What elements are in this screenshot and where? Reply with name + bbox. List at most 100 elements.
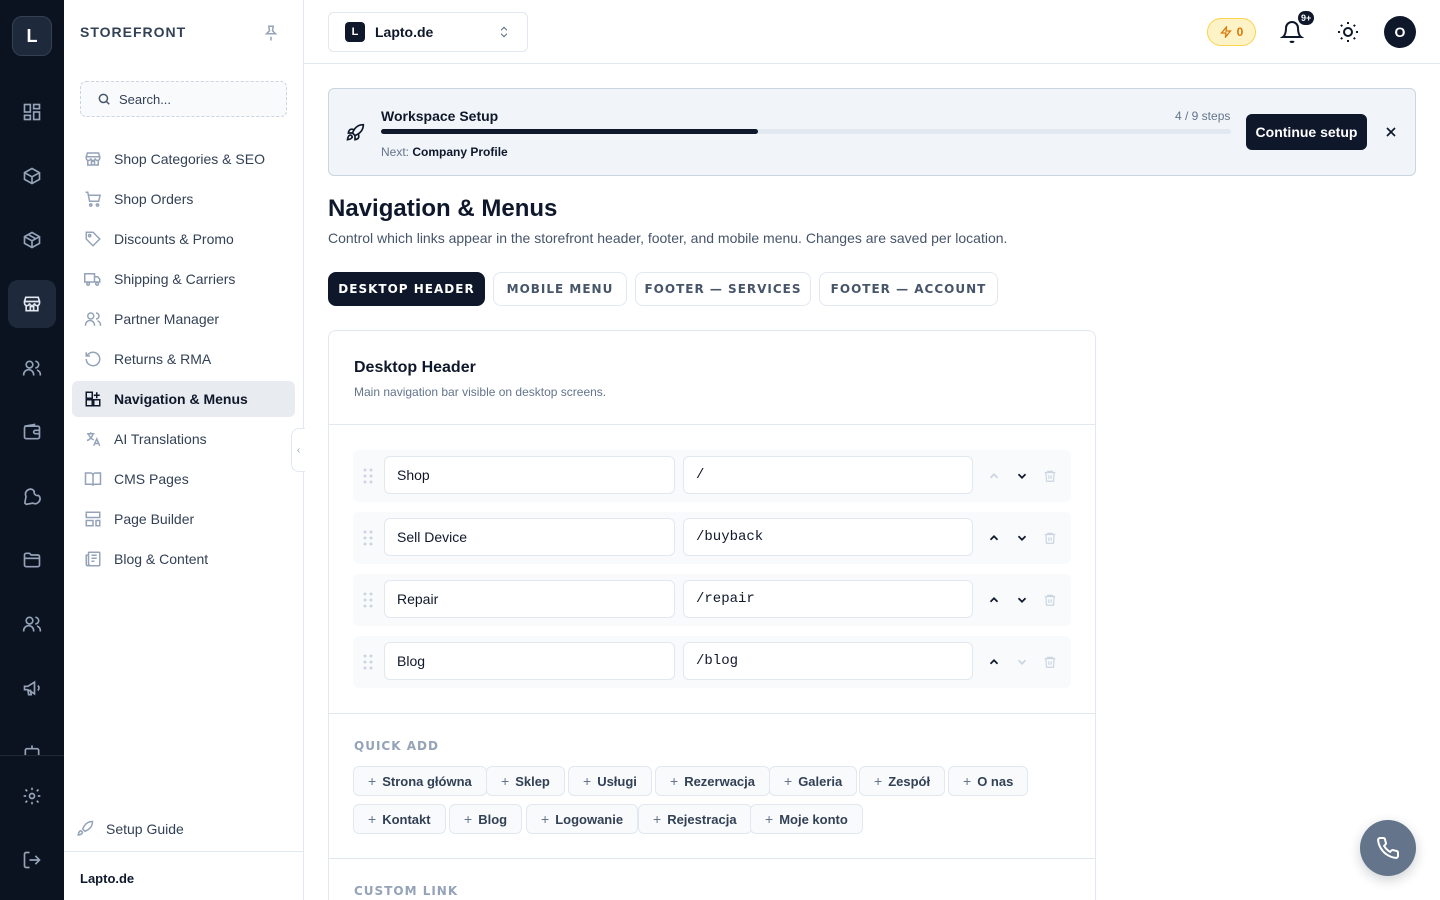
sidebar-item-navigation-menus[interactable]: Navigation & Menus (72, 381, 295, 417)
divider (329, 713, 1095, 714)
grip-vertical-icon[interactable] (361, 467, 375, 485)
store-icon[interactable] (8, 280, 56, 328)
credits-badge[interactable]: 0 (1207, 18, 1256, 46)
move-down-button[interactable] (1012, 590, 1032, 610)
dashboard-icon[interactable] (8, 88, 56, 136)
move-up-button[interactable] (984, 652, 1004, 672)
sidebar-item-shop-orders[interactable]: Shop Orders (72, 181, 295, 217)
sidebar-item-label: Partner Manager (114, 311, 220, 327)
sidebar-item-label: Page Builder (114, 511, 195, 527)
sidebar-item-label: Discounts & Promo (114, 231, 234, 247)
quick-add-chip[interactable]: + Galeria (769, 766, 858, 796)
megaphone-icon[interactable] (8, 664, 56, 712)
wrench-icon[interactable] (8, 472, 56, 520)
team-icon[interactable] (8, 600, 56, 648)
next-label: Next: (381, 145, 410, 159)
app-logo[interactable]: L (12, 16, 52, 56)
sidebar-item-ai-translations[interactable]: AI Translations (72, 421, 295, 457)
plus-icon: + (464, 811, 473, 827)
menu-item-url-input[interactable] (683, 456, 973, 494)
quick-add-chip[interactable]: + Usługi (568, 766, 652, 796)
users-icon (84, 312, 102, 326)
grip-vertical-icon[interactable] (361, 653, 375, 671)
sidebar-item-shop-categories[interactable]: Shop Categories & SEO (72, 141, 295, 177)
quick-add-chip[interactable]: + O nas (948, 766, 1029, 796)
quick-add-chip[interactable]: + Logowanie (526, 804, 639, 834)
grip-vertical-icon[interactable] (361, 591, 375, 609)
tab-footer-services[interactable]: FOOTER — SERVICES (635, 272, 811, 306)
package-icon[interactable] (8, 216, 56, 264)
logout-icon[interactable] (8, 836, 56, 884)
menu-item-url-input[interactable] (683, 642, 973, 680)
chevron-left-icon: ‹ (296, 444, 301, 456)
move-down-button[interactable] (1012, 466, 1032, 486)
quick-add-chip[interactable]: + Rezerwacja (655, 766, 771, 796)
robot-icon[interactable] (8, 728, 56, 755)
move-down-button[interactable] (1012, 652, 1032, 672)
users-icon[interactable] (8, 344, 56, 392)
setup-guide-link[interactable]: Setup Guide (76, 820, 184, 838)
sidebar-item-partner-manager[interactable]: Partner Manager (72, 301, 295, 337)
menu-item-url-input[interactable] (683, 580, 973, 618)
move-up-button[interactable] (984, 466, 1004, 486)
wallet-icon[interactable] (8, 408, 56, 456)
chevron-up-icon (989, 597, 999, 603)
sidebar-item-blog-content[interactable]: Blog & Content (72, 541, 295, 577)
chip-label: Moje konto (779, 811, 848, 827)
quick-add-chip[interactable]: + Zespół (859, 766, 946, 796)
box-icon[interactable] (8, 152, 56, 200)
trash-icon (1044, 594, 1056, 606)
quick-add-chip[interactable]: + Moje konto (750, 804, 863, 834)
plus-icon: + (368, 773, 377, 789)
sidebar-item-shipping[interactable]: Shipping & Carriers (72, 261, 295, 297)
sidebar-item-page-builder[interactable]: Page Builder (72, 501, 295, 537)
menu-item-label-input[interactable] (384, 456, 675, 494)
setup-progress-fill (381, 129, 759, 134)
credits-count: 0 (1236, 25, 1244, 39)
quick-add-chip[interactable]: + Blog (449, 804, 523, 834)
delete-button[interactable] (1040, 652, 1060, 672)
workspace-switcher[interactable]: L Lapto.de (328, 12, 528, 52)
plus-icon: + (583, 773, 592, 789)
cart-icon (85, 191, 102, 207)
folder-icon[interactable] (8, 536, 56, 584)
menu-item-label-input[interactable] (384, 518, 675, 556)
menu-item-url-input[interactable] (683, 518, 973, 556)
quick-add-chip[interactable]: + Strona główna (353, 766, 487, 796)
call-support-button[interactable] (1360, 820, 1416, 876)
sidebar-item-cms-pages[interactable]: CMS Pages (72, 461, 295, 497)
menu-item-label-input[interactable] (384, 580, 675, 618)
tab-mobile-menu[interactable]: MOBILE MENU (493, 272, 627, 306)
quick-add-chip[interactable]: + Kontakt (353, 804, 446, 834)
sidebar-search[interactable] (80, 81, 287, 117)
pin-icon[interactable] (262, 24, 280, 42)
menu-item-label-input[interactable] (384, 642, 675, 680)
menu-item-row (353, 574, 1071, 626)
tab-footer-account[interactable]: FOOTER — ACCOUNT (819, 272, 998, 306)
truck-icon (84, 273, 101, 286)
continue-setup-button[interactable]: Continue setup (1246, 114, 1367, 150)
search-input[interactable] (119, 91, 269, 107)
settings-icon[interactable] (8, 772, 56, 820)
move-down-button[interactable] (1012, 528, 1032, 548)
tag-icon (85, 231, 101, 247)
delete-button[interactable] (1040, 466, 1060, 486)
avatar[interactable]: O (1384, 16, 1416, 48)
sun-icon[interactable] (1336, 20, 1360, 44)
tab-desktop-header[interactable]: DESKTOP HEADER (328, 272, 485, 306)
move-up-button[interactable] (984, 590, 1004, 610)
banner-steps: 4 / 9 steps (1175, 109, 1231, 123)
move-up-button[interactable] (984, 528, 1004, 548)
quick-add-chip[interactable]: + Rejestracja (638, 804, 752, 834)
quick-add-chip[interactable]: + Sklep (486, 766, 565, 796)
sidebar-collapse-handle[interactable]: ‹ (291, 428, 305, 472)
sidebar-item-discounts[interactable]: Discounts & Promo (72, 221, 295, 257)
delete-button[interactable] (1040, 590, 1060, 610)
quick-add-label: QUICK ADD (354, 739, 439, 753)
sidebar-item-returns[interactable]: Returns & RMA (72, 341, 295, 377)
grip-vertical-icon[interactable] (361, 529, 375, 547)
sidebar-item-label: AI Translations (114, 431, 207, 447)
delete-button[interactable] (1040, 528, 1060, 548)
close-icon[interactable] (1383, 124, 1399, 140)
notification-count-badge: 9+ (1297, 10, 1316, 26)
